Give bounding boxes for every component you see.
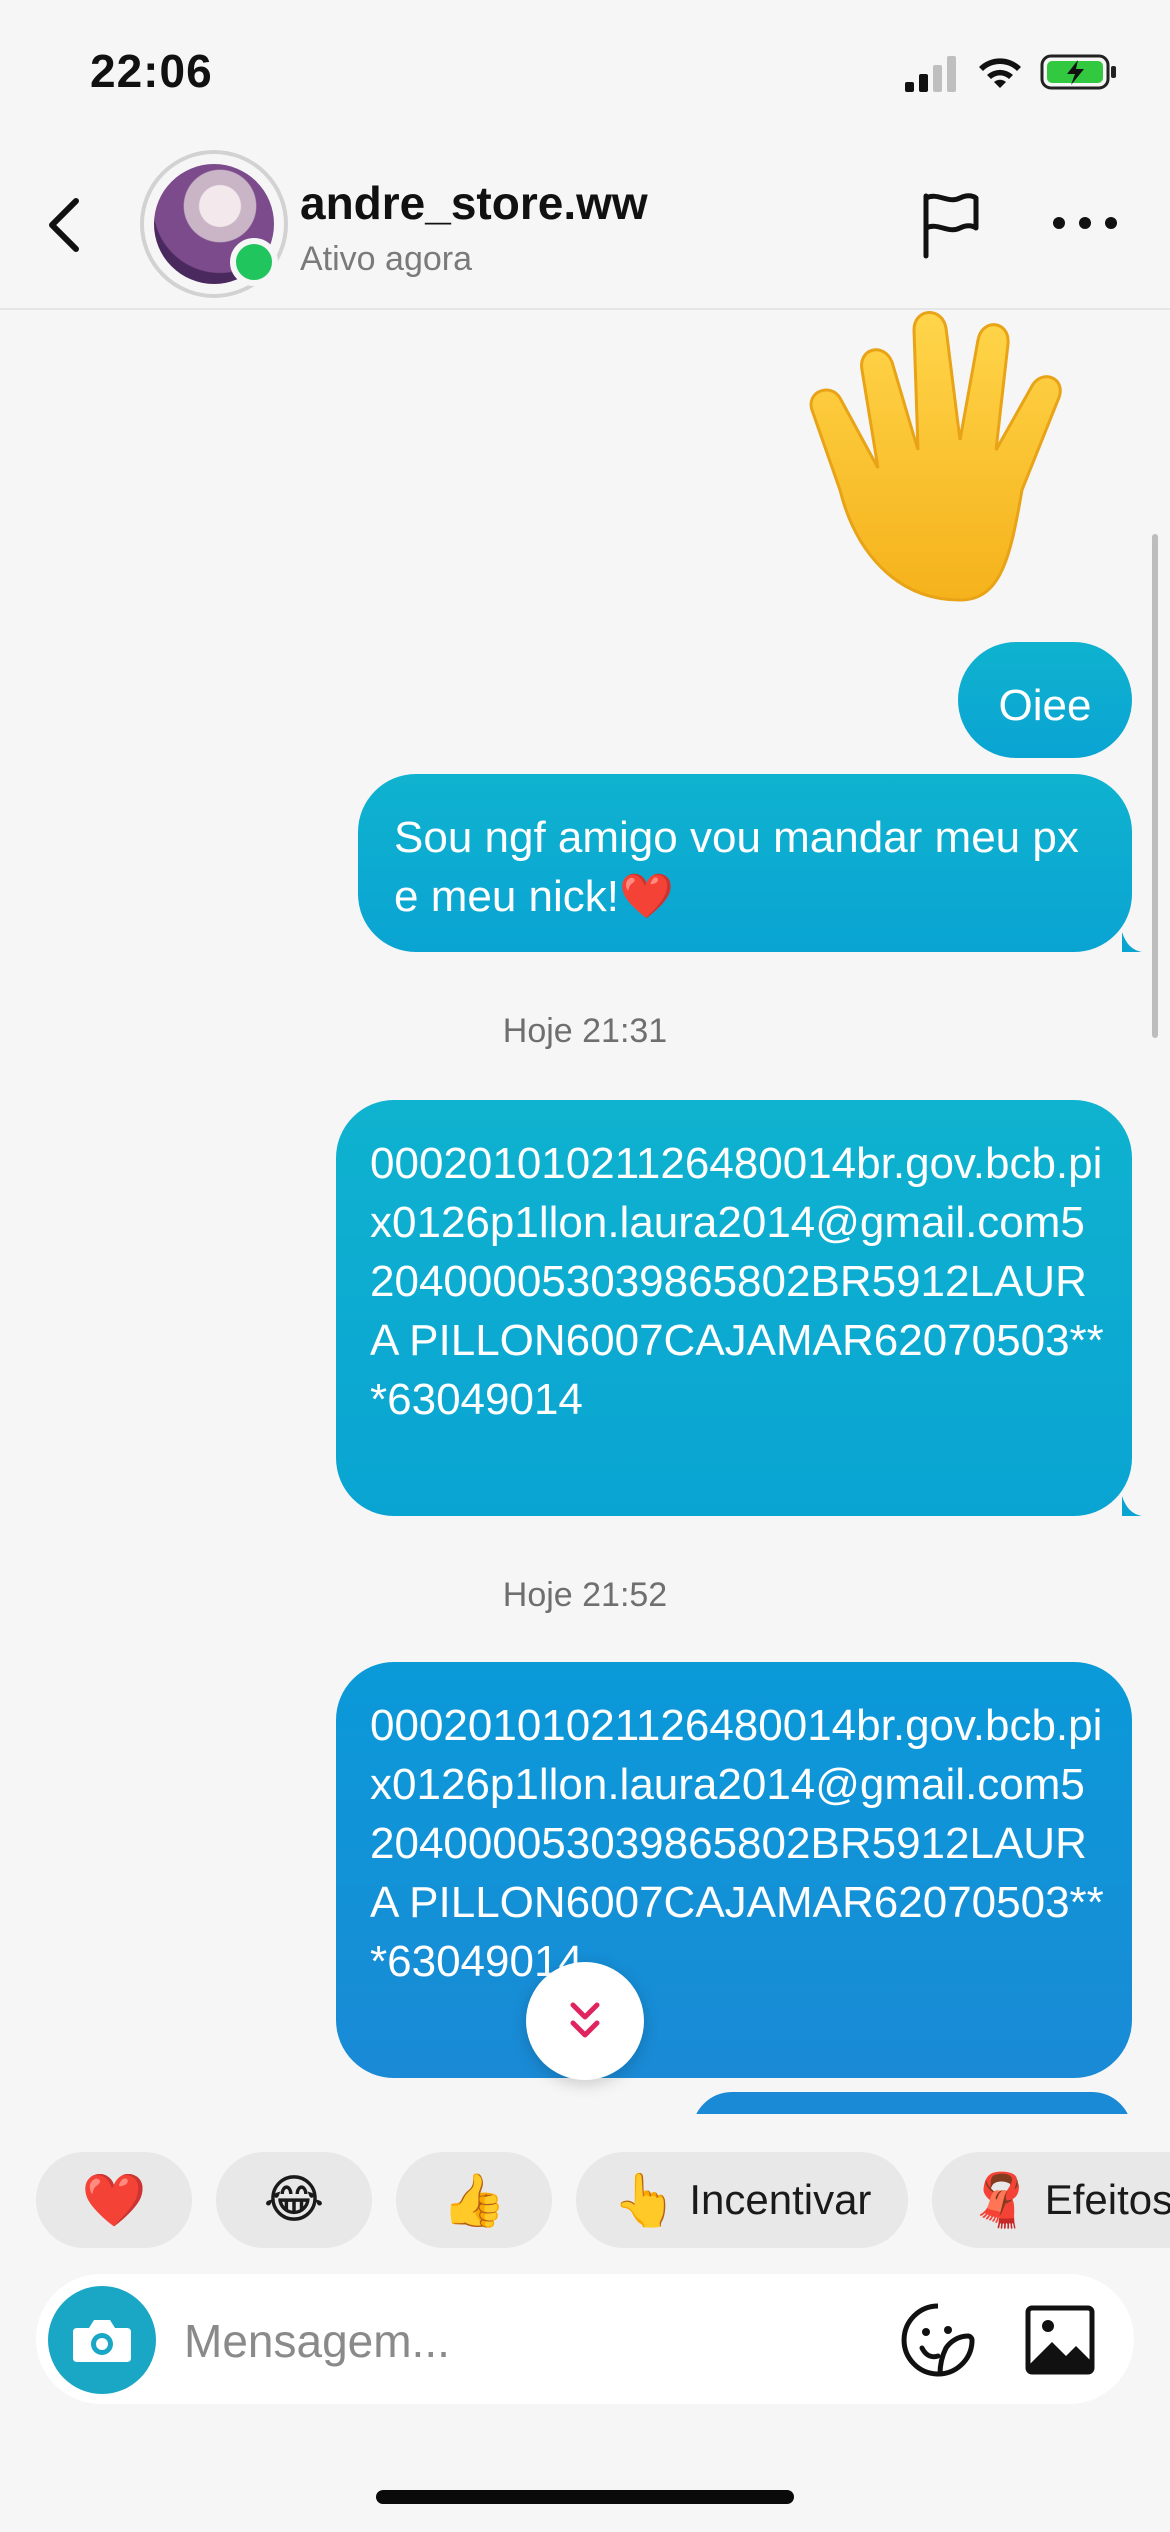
contact-active-status: Ativo agora <box>300 240 472 278</box>
chip-label: Efeitos <box>1044 2176 1170 2223</box>
laughing-emoji: 😂 <box>263 2171 325 2229</box>
message-bubble-outgoing[interactable]: 00020101021126480014br.gov.bcb.pix0126p1… <box>336 1100 1132 1516</box>
waving-hand-sticker[interactable] <box>800 300 1130 630</box>
effects-icon: 🧣 <box>968 2171 1033 2230</box>
double-chevron-down-icon <box>570 2002 600 2038</box>
message-input[interactable] <box>182 2300 846 2382</box>
camera-button[interactable] <box>48 2286 156 2394</box>
scroll-to-bottom-button[interactable] <box>526 1962 644 2080</box>
gallery-icon[interactable] <box>1024 2304 1096 2376</box>
quick-reaction-incentivar[interactable]: 👆 Incentivar <box>576 2152 908 2248</box>
back-icon[interactable] <box>44 195 84 255</box>
flag-icon[interactable] <box>918 190 982 260</box>
pointing-up-emoji: 👆 <box>612 2171 678 2230</box>
message-timestamp: Hoje 21:52 <box>502 1576 668 1614</box>
cellular-signal-icon <box>905 56 956 92</box>
quick-reaction-laugh[interactable]: 😂 <box>216 2152 372 2248</box>
online-status-dot <box>230 238 278 286</box>
home-indicator[interactable] <box>376 2490 794 2504</box>
heart-emoji: ❤️ <box>81 2171 147 2230</box>
message-bubble-outgoing[interactable]: Oiee <box>958 642 1132 758</box>
contact-username[interactable]: andre_store.ww <box>300 176 648 230</box>
more-options-icon[interactable] <box>1050 210 1120 236</box>
sticker-icon[interactable] <box>900 2302 976 2378</box>
bubble-tail <box>1122 932 1142 952</box>
thumbs-up-emoji: 👍 <box>441 2171 507 2230</box>
status-time: 22:06 <box>90 45 213 97</box>
message-bubble-outgoing[interactable]: Sou ngf amigo vou mandar meu px e meu ni… <box>358 774 1132 952</box>
chip-label: Incentivar <box>689 2176 872 2223</box>
wifi-icon <box>979 58 1021 88</box>
message-timestamp: Hoje 21:31 <box>502 1012 668 1050</box>
quick-reaction-thumbs-up[interactable]: 👍 <box>396 2152 552 2248</box>
message-bubble-outgoing[interactable]: 00020101021126480014br.gov.bcb.pix0126p1… <box>336 1662 1132 2078</box>
quick-reaction-efeitos[interactable]: 🧣 Efeitos <box>932 2152 1170 2248</box>
quick-reaction-heart[interactable]: ❤️ <box>36 2152 192 2248</box>
chat-scrollbar[interactable] <box>1152 534 1158 1038</box>
camera-icon <box>73 2320 131 2362</box>
battery-charging-icon <box>1040 54 1116 90</box>
bubble-tail <box>1122 1496 1142 1516</box>
